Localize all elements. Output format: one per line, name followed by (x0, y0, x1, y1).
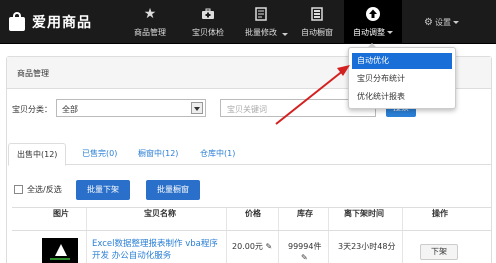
column-header-time-left: 离下架时间 (344, 209, 384, 218)
menu-item-auto-optimize[interactable]: 自动优化 (352, 53, 452, 69)
nav-label: 商品管理 (134, 28, 166, 37)
nav-label: 批量修改 (245, 28, 277, 37)
auto-adjust-dropdown: 自动优化 宝贝分布统计 优化统计报表 (348, 43, 456, 109)
nav-item-auto-adjust[interactable]: 自动调整 (344, 0, 402, 44)
header-divider (12, 230, 492, 231)
menu-item-distribution-stats[interactable]: 宝贝分布统计 (352, 71, 452, 87)
column-header-action: 操作 (432, 209, 448, 218)
nav-item-product-management[interactable]: ★ 商品管理 (122, 0, 178, 44)
top-navbar: 爱用商品 ★ 商品管理 宝贝体检 批量修改 自动橱窗 自动调整 ⚙ 设置 (0, 0, 496, 44)
column-header-image: 图片 (53, 209, 69, 218)
product-name-link[interactable]: Excel数据整理报表制作 vba程序开发 办公自动化服务 (92, 238, 222, 262)
nav-item-health-check[interactable]: 宝贝体检 (180, 0, 236, 44)
category-select-value: 全部 (62, 105, 78, 114)
column-divider (226, 208, 227, 263)
brand-name: 爱用商品 (32, 15, 92, 31)
status-tabs: 出售中(12) 已售完(0) 橱窗中(12) 仓库中(1) (8, 143, 492, 166)
star-icon: ★ (143, 6, 157, 22)
settings-label: 设置 (434, 18, 451, 27)
table-row-stock: 99994件 (288, 241, 321, 252)
column-divider (278, 208, 279, 263)
nav-item-batch-edit[interactable]: 批量修改 (234, 0, 288, 44)
medkit-icon (200, 6, 216, 22)
panel-title: 商品管理 (17, 69, 49, 78)
caret-down-icon (452, 21, 459, 24)
product-thumbnail[interactable] (42, 238, 78, 263)
select-all-checkbox[interactable] (14, 185, 23, 194)
category-label: 宝贝分类： (12, 105, 52, 114)
brand[interactable]: 爱用商品 (8, 10, 92, 34)
list-icon (309, 6, 325, 22)
column-divider (328, 208, 329, 263)
off-shelf-button[interactable]: 下架 (420, 244, 458, 260)
stock-value: 99994件 (288, 242, 322, 251)
column-header-name: 宝贝名称 (144, 209, 176, 218)
column-header-price: 价格 (245, 209, 261, 218)
nav-label: 自动调整 (353, 28, 385, 37)
nav-label: 宝贝体检 (192, 28, 224, 37)
column-divider (402, 208, 403, 263)
table-row-price: 20.00元 ✎ (232, 241, 272, 252)
column-divider (86, 208, 87, 263)
chevron-down-icon[interactable] (191, 102, 203, 114)
category-select[interactable]: 全部 (56, 99, 206, 117)
edit-doc-icon (253, 6, 269, 22)
select-all-toggle[interactable]: 全选/反选 (14, 184, 62, 195)
tab-sold-out[interactable]: 已售完(0) (74, 143, 125, 165)
pencil-icon[interactable]: ✎ (301, 253, 308, 262)
menu-item-optimize-report[interactable]: 优化统计报表 (352, 89, 452, 105)
price-value: 20.00元 (232, 242, 263, 251)
gear-icon: ⚙ (424, 17, 433, 28)
settings-menu[interactable]: ⚙ 设置 (424, 17, 459, 28)
tab-on-sale[interactable]: 出售中(12) (8, 143, 67, 166)
batch-off-shelf-button[interactable]: 批量下架 (76, 180, 130, 200)
caret-down-icon (282, 33, 288, 36)
tab-in-window[interactable]: 橱窗中(12) (130, 143, 186, 165)
time-left-value: 3天23小时48分 (338, 242, 396, 251)
shopping-bag-icon (8, 12, 26, 32)
caret-down-icon (387, 31, 393, 34)
column-header-stock: 库存 (297, 209, 313, 218)
up-arrow-circle-icon (365, 6, 381, 22)
nav-item-auto-window[interactable]: 自动橱窗 (292, 0, 342, 44)
pencil-icon[interactable]: ✎ (265, 242, 272, 251)
tab-warehouse[interactable]: 仓库中(1) (192, 143, 243, 165)
nav-label: 自动橱窗 (301, 28, 333, 37)
batch-window-button[interactable]: 批量橱窗 (146, 180, 200, 200)
select-all-label: 全选/反选 (27, 185, 62, 194)
